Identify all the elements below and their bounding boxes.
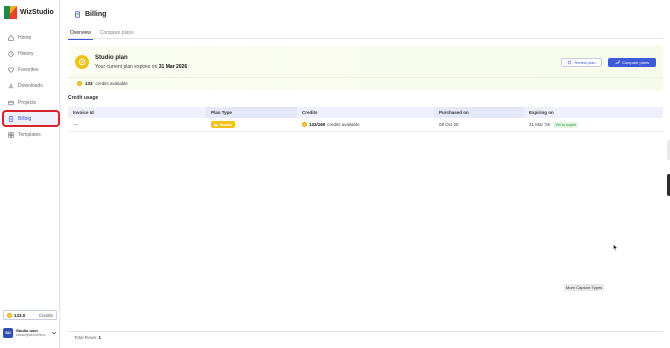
user-menu[interactable]: SU Studio user studio@wizcommo...: [3, 325, 57, 340]
page-title: Billing: [74, 11, 106, 18]
app-name: WizStudio: [20, 9, 54, 16]
download-icon: [8, 83, 14, 89]
plan-badge-icon: [75, 55, 89, 69]
credits-cell-suffix: credits available: [327, 122, 360, 127]
table-footer: Total Rows: 1: [74, 335, 101, 340]
sidebar: WizStudio Home History Favorites Downloa…: [0, 0, 60, 348]
plan-credits-suffix: credits available: [95, 81, 128, 86]
plan-expiry-prefix: Your current plan expires on: [95, 64, 158, 70]
expiring-on-cell: 31 Mar '26 Yet to expire: [524, 122, 663, 128]
sidebar-item-home[interactable]: Home: [4, 31, 58, 44]
credit-usage-title: Credit usage: [68, 95, 99, 101]
total-rows-value: 1: [98, 335, 102, 340]
refresh-icon: [568, 60, 572, 65]
sidebar-item-label: Projects: [18, 99, 37, 106]
plan-type-badge: Studio: [211, 121, 235, 128]
plan-card: Studio plan Your current plan expires on…: [68, 46, 663, 90]
plan-expiry-date: 31 Mar 2026: [158, 64, 188, 70]
sidebar-item-label: History: [18, 50, 34, 57]
mouse-cursor-icon: [613, 244, 618, 251]
page-title-text: Billing: [85, 11, 107, 18]
chevron-down-icon[interactable]: [51, 330, 57, 336]
plan-credits: 133 credits available: [77, 81, 128, 86]
column-header[interactable]: Plan Type: [206, 107, 297, 118]
sidebar-item-billing[interactable]: Billing: [2, 110, 60, 128]
wizstudio-logo-icon: [4, 6, 17, 19]
home-icon: [8, 34, 14, 41]
projects-icon: [8, 100, 14, 105]
table-row[interactable]: — Studio 133/160 credits available 08 Oc…: [68, 118, 663, 132]
column-header[interactable]: Credits: [297, 110, 434, 115]
sidebar-item-projects[interactable]: Projects: [4, 96, 58, 109]
crown-icon: [214, 123, 218, 126]
user-email: studio@wizcommo...: [16, 332, 46, 337]
sidebar-item-favorites[interactable]: Favorites: [4, 64, 58, 77]
sidebar-item-label: Downloads: [18, 83, 43, 90]
compare-plans-label: Compare plans: [621, 60, 650, 65]
sidebar-item-history[interactable]: History: [4, 47, 58, 60]
history-icon: [8, 51, 14, 57]
credits-cell: 133/160 credits available: [297, 122, 434, 127]
billing-icon: [8, 116, 14, 122]
credits-label: Credits: [38, 312, 53, 318]
credits-value: 133.0: [14, 312, 26, 318]
sidebar-nav: Home History Favorites Downloads Project…: [2, 31, 60, 145]
tooltip: More Capture Types: [564, 284, 605, 291]
coin-icon: [77, 81, 82, 86]
heart-icon: [8, 67, 14, 73]
coin-icon: [302, 122, 307, 127]
sidebar-item-label: Billing: [18, 115, 32, 122]
coin-icon: [7, 312, 12, 318]
plan-type-cell: Studio: [206, 121, 297, 128]
renew-plan-label: Renew plan: [574, 60, 596, 65]
sidebar-item-label: Home: [18, 34, 32, 41]
compare-plans-button[interactable]: Compare plans: [608, 58, 656, 67]
invoice-id-cell: —: [73, 122, 78, 127]
expiring-on-date: 31 Mar '26: [529, 122, 551, 127]
plan-type-label: Studio: [219, 122, 232, 127]
status-badge: Yet to expire: [553, 122, 579, 128]
templates-icon: [8, 132, 14, 138]
tabs-divider: [68, 38, 663, 39]
plan-divider: [68, 77, 663, 78]
renew-plan-button[interactable]: Renew plan: [561, 58, 602, 67]
plan-credits-value: 133: [85, 81, 93, 86]
credit-usage-table: Invoice Id Plan Type Credits Purchased o…: [68, 107, 663, 132]
billing-icon: [75, 11, 80, 18]
sidebar-item-label: Templates: [18, 132, 41, 139]
credits-cell-value: 133/160: [309, 122, 326, 127]
sidebar-credits[interactable]: 133.0 Credits: [3, 310, 57, 320]
app-logo[interactable]: WizStudio: [4, 6, 54, 19]
plan-title: Studio plan: [95, 55, 128, 61]
table-header: Invoice Id Plan Type Credits Purchased o…: [68, 107, 663, 118]
sidebar-item-label: Favorites: [18, 67, 39, 74]
column-header[interactable]: Purchased on: [434, 107, 524, 118]
trend-icon: [615, 60, 620, 65]
avatar: SU: [3, 327, 13, 338]
footer-divider: [68, 331, 663, 332]
total-rows-label: Total Rows:: [74, 335, 98, 340]
plan-expiry: Your current plan expires on 31 Mar 2026: [95, 64, 187, 70]
column-header[interactable]: Expiring on: [524, 110, 663, 115]
purchased-on-cell: 08 Oct 25: [439, 122, 459, 127]
sidebar-item-downloads[interactable]: Downloads: [4, 80, 58, 93]
column-header[interactable]: Invoice Id: [68, 110, 206, 115]
sidebar-item-templates[interactable]: Templates: [4, 129, 58, 142]
main-content: Billing Overview Compare plans Studio pl…: [61, 0, 670, 348]
